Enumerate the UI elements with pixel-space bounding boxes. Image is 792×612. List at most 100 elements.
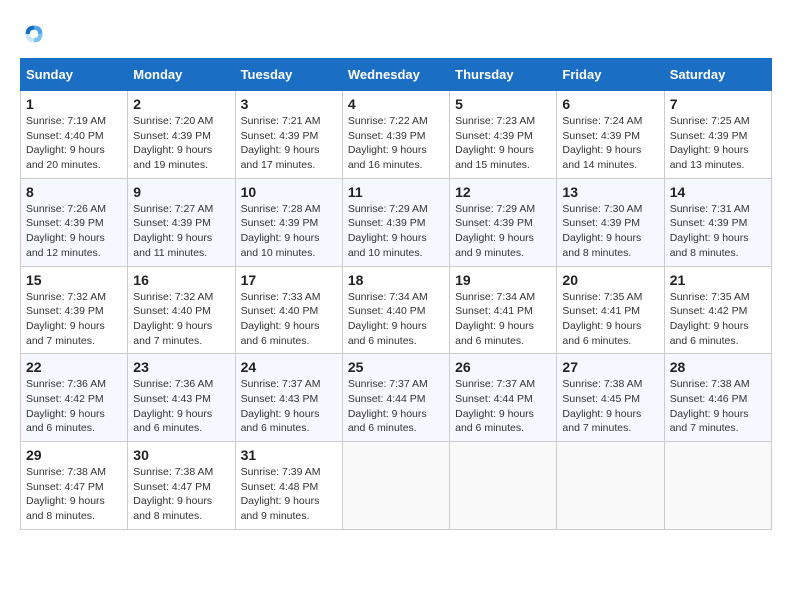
week-row-1: 1 Sunrise: 7:19 AM Sunset: 4:40 PM Dayli… xyxy=(21,91,772,179)
daylight-label: Daylight: 9 hours and 7 minutes. xyxy=(133,320,212,347)
calendar-cell xyxy=(664,442,771,530)
daylight-label: Daylight: 9 hours and 12 minutes. xyxy=(26,232,105,259)
day-info: Sunrise: 7:25 AM Sunset: 4:39 PM Dayligh… xyxy=(670,114,766,173)
day-number: 8 xyxy=(26,184,122,200)
day-info: Sunrise: 7:35 AM Sunset: 4:42 PM Dayligh… xyxy=(670,290,766,349)
day-info: Sunrise: 7:38 AM Sunset: 4:45 PM Dayligh… xyxy=(562,377,658,436)
daylight-label: Daylight: 9 hours and 6 minutes. xyxy=(241,408,320,435)
sunrise-label: Sunrise: 7:20 AM xyxy=(133,115,213,127)
sunset-label: Sunset: 4:41 PM xyxy=(562,305,640,317)
day-info: Sunrise: 7:29 AM Sunset: 4:39 PM Dayligh… xyxy=(455,202,551,261)
day-number: 23 xyxy=(133,359,229,375)
day-info: Sunrise: 7:30 AM Sunset: 4:39 PM Dayligh… xyxy=(562,202,658,261)
day-info: Sunrise: 7:32 AM Sunset: 4:39 PM Dayligh… xyxy=(26,290,122,349)
sunset-label: Sunset: 4:39 PM xyxy=(26,217,104,229)
page-header xyxy=(20,20,772,48)
day-number: 19 xyxy=(455,272,551,288)
day-info: Sunrise: 7:27 AM Sunset: 4:39 PM Dayligh… xyxy=(133,202,229,261)
daylight-label: Daylight: 9 hours and 11 minutes. xyxy=(133,232,212,259)
day-number: 6 xyxy=(562,96,658,112)
daylight-label: Daylight: 9 hours and 7 minutes. xyxy=(562,408,641,435)
weekday-header-row: SundayMondayTuesdayWednesdayThursdayFrid… xyxy=(21,59,772,91)
calendar-cell: 25 Sunrise: 7:37 AM Sunset: 4:44 PM Dayl… xyxy=(342,354,449,442)
day-info: Sunrise: 7:26 AM Sunset: 4:39 PM Dayligh… xyxy=(26,202,122,261)
daylight-label: Daylight: 9 hours and 6 minutes. xyxy=(670,320,749,347)
sunrise-label: Sunrise: 7:28 AM xyxy=(241,203,321,215)
day-info: Sunrise: 7:32 AM Sunset: 4:40 PM Dayligh… xyxy=(133,290,229,349)
day-number: 11 xyxy=(348,184,444,200)
sunset-label: Sunset: 4:39 PM xyxy=(348,217,426,229)
sunrise-label: Sunrise: 7:32 AM xyxy=(133,291,213,303)
calendar-cell: 29 Sunrise: 7:38 AM Sunset: 4:47 PM Dayl… xyxy=(21,442,128,530)
calendar-cell: 2 Sunrise: 7:20 AM Sunset: 4:39 PM Dayli… xyxy=(128,91,235,179)
day-number: 29 xyxy=(26,447,122,463)
day-number: 27 xyxy=(562,359,658,375)
day-number: 22 xyxy=(26,359,122,375)
day-number: 10 xyxy=(241,184,337,200)
calendar-cell: 1 Sunrise: 7:19 AM Sunset: 4:40 PM Dayli… xyxy=(21,91,128,179)
sunset-label: Sunset: 4:44 PM xyxy=(348,393,426,405)
sunrise-label: Sunrise: 7:35 AM xyxy=(670,291,750,303)
sunset-label: Sunset: 4:42 PM xyxy=(670,305,748,317)
day-number: 18 xyxy=(348,272,444,288)
day-info: Sunrise: 7:20 AM Sunset: 4:39 PM Dayligh… xyxy=(133,114,229,173)
sunrise-label: Sunrise: 7:29 AM xyxy=(348,203,428,215)
day-number: 16 xyxy=(133,272,229,288)
day-info: Sunrise: 7:21 AM Sunset: 4:39 PM Dayligh… xyxy=(241,114,337,173)
daylight-label: Daylight: 9 hours and 20 minutes. xyxy=(26,144,105,171)
daylight-label: Daylight: 9 hours and 9 minutes. xyxy=(241,495,320,522)
day-number: 20 xyxy=(562,272,658,288)
sunrise-label: Sunrise: 7:37 AM xyxy=(241,378,321,390)
sunrise-label: Sunrise: 7:32 AM xyxy=(26,291,106,303)
day-info: Sunrise: 7:37 AM Sunset: 4:44 PM Dayligh… xyxy=(348,377,444,436)
sunrise-label: Sunrise: 7:24 AM xyxy=(562,115,642,127)
sunrise-label: Sunrise: 7:34 AM xyxy=(348,291,428,303)
day-info: Sunrise: 7:38 AM Sunset: 4:47 PM Dayligh… xyxy=(26,465,122,524)
week-row-2: 8 Sunrise: 7:26 AM Sunset: 4:39 PM Dayli… xyxy=(21,178,772,266)
calendar-cell xyxy=(557,442,664,530)
calendar-cell: 9 Sunrise: 7:27 AM Sunset: 4:39 PM Dayli… xyxy=(128,178,235,266)
calendar-cell: 22 Sunrise: 7:36 AM Sunset: 4:42 PM Dayl… xyxy=(21,354,128,442)
sunset-label: Sunset: 4:43 PM xyxy=(133,393,211,405)
day-number: 26 xyxy=(455,359,551,375)
calendar-cell: 28 Sunrise: 7:38 AM Sunset: 4:46 PM Dayl… xyxy=(664,354,771,442)
day-info: Sunrise: 7:37 AM Sunset: 4:43 PM Dayligh… xyxy=(241,377,337,436)
day-info: Sunrise: 7:38 AM Sunset: 4:47 PM Dayligh… xyxy=(133,465,229,524)
header-thursday: Thursday xyxy=(450,59,557,91)
sunrise-label: Sunrise: 7:31 AM xyxy=(670,203,750,215)
daylight-label: Daylight: 9 hours and 6 minutes. xyxy=(455,408,534,435)
sunrise-label: Sunrise: 7:30 AM xyxy=(562,203,642,215)
calendar-cell: 26 Sunrise: 7:37 AM Sunset: 4:44 PM Dayl… xyxy=(450,354,557,442)
sunset-label: Sunset: 4:39 PM xyxy=(455,130,533,142)
sunrise-label: Sunrise: 7:37 AM xyxy=(348,378,428,390)
calendar-cell: 14 Sunrise: 7:31 AM Sunset: 4:39 PM Dayl… xyxy=(664,178,771,266)
sunrise-label: Sunrise: 7:37 AM xyxy=(455,378,535,390)
sunrise-label: Sunrise: 7:38 AM xyxy=(562,378,642,390)
calendar-cell: 4 Sunrise: 7:22 AM Sunset: 4:39 PM Dayli… xyxy=(342,91,449,179)
sunset-label: Sunset: 4:40 PM xyxy=(133,305,211,317)
day-number: 25 xyxy=(348,359,444,375)
day-info: Sunrise: 7:35 AM Sunset: 4:41 PM Dayligh… xyxy=(562,290,658,349)
day-info: Sunrise: 7:22 AM Sunset: 4:39 PM Dayligh… xyxy=(348,114,444,173)
sunset-label: Sunset: 4:39 PM xyxy=(133,217,211,229)
sunrise-label: Sunrise: 7:19 AM xyxy=(26,115,106,127)
sunset-label: Sunset: 4:44 PM xyxy=(455,393,533,405)
day-info: Sunrise: 7:31 AM Sunset: 4:39 PM Dayligh… xyxy=(670,202,766,261)
sunset-label: Sunset: 4:39 PM xyxy=(26,305,104,317)
sunset-label: Sunset: 4:45 PM xyxy=(562,393,640,405)
sunset-label: Sunset: 4:41 PM xyxy=(455,305,533,317)
sunset-label: Sunset: 4:39 PM xyxy=(348,130,426,142)
sunset-label: Sunset: 4:40 PM xyxy=(241,305,319,317)
sunrise-label: Sunrise: 7:29 AM xyxy=(455,203,535,215)
calendar-cell: 17 Sunrise: 7:33 AM Sunset: 4:40 PM Dayl… xyxy=(235,266,342,354)
sunset-label: Sunset: 4:39 PM xyxy=(241,130,319,142)
sunrise-label: Sunrise: 7:25 AM xyxy=(670,115,750,127)
sunrise-label: Sunrise: 7:22 AM xyxy=(348,115,428,127)
day-number: 7 xyxy=(670,96,766,112)
calendar-cell: 13 Sunrise: 7:30 AM Sunset: 4:39 PM Dayl… xyxy=(557,178,664,266)
daylight-label: Daylight: 9 hours and 6 minutes. xyxy=(562,320,641,347)
sunrise-label: Sunrise: 7:23 AM xyxy=(455,115,535,127)
day-number: 2 xyxy=(133,96,229,112)
day-info: Sunrise: 7:37 AM Sunset: 4:44 PM Dayligh… xyxy=(455,377,551,436)
day-number: 30 xyxy=(133,447,229,463)
